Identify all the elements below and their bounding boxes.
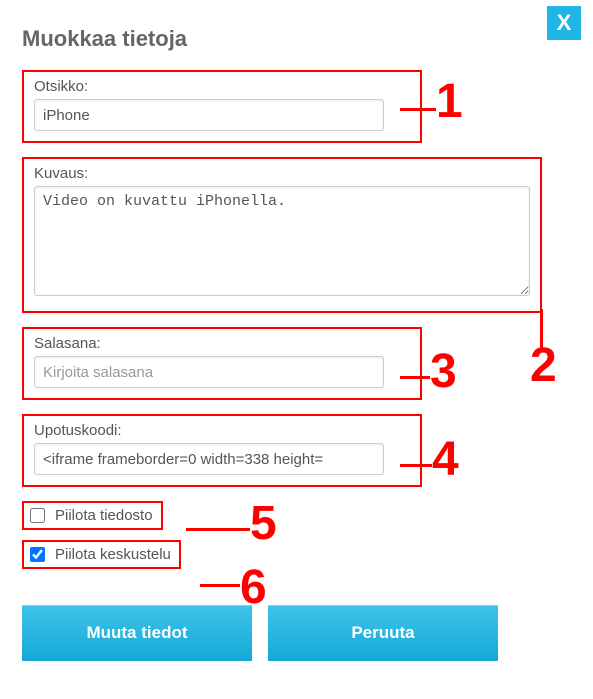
- label-kuvaus: Kuvaus:: [34, 165, 530, 182]
- label-piilota-tiedosto: Piilota tiedosto: [55, 507, 153, 524]
- annotation-2: 2: [530, 338, 557, 393]
- annotation-6-line: [200, 584, 240, 587]
- field-group-upotus: Upotuskoodi:: [22, 414, 422, 487]
- field-group-otsikko: Otsikko:: [22, 70, 422, 143]
- close-button[interactable]: X: [547, 6, 581, 40]
- annotation-1: 1: [436, 74, 463, 129]
- field-group-kuvaus: Kuvaus: Video on kuvattu iPhonella.: [22, 157, 542, 313]
- annotation-3: 3: [430, 344, 457, 399]
- annotation-2-line: [540, 309, 543, 349]
- input-otsikko[interactable]: [34, 99, 384, 131]
- checkbox-piilota-tiedosto[interactable]: [30, 508, 45, 523]
- label-upotus: Upotuskoodi:: [34, 422, 410, 439]
- label-piilota-keskustelu: Piilota keskustelu: [55, 546, 171, 563]
- label-otsikko: Otsikko:: [34, 78, 410, 95]
- textarea-kuvaus[interactable]: Video on kuvattu iPhonella.: [34, 186, 530, 296]
- annotation-4: 4: [432, 432, 459, 487]
- cancel-button[interactable]: Peruuta: [268, 605, 498, 661]
- input-salasana[interactable]: [34, 356, 384, 388]
- checkbox-row-piilota-keskustelu: Piilota keskustelu: [22, 540, 181, 569]
- label-salasana: Salasana:: [34, 335, 410, 352]
- input-upotus[interactable]: [34, 443, 384, 475]
- submit-button[interactable]: Muuta tiedot: [22, 605, 252, 661]
- dialog-title: Muokkaa tietoja: [22, 26, 571, 52]
- button-row: Muuta tiedot Peruuta: [22, 605, 571, 661]
- checkbox-piilota-keskustelu[interactable]: [30, 547, 45, 562]
- field-group-salasana: Salasana:: [22, 327, 422, 400]
- checkbox-row-piilota-tiedosto: Piilota tiedosto: [22, 501, 163, 530]
